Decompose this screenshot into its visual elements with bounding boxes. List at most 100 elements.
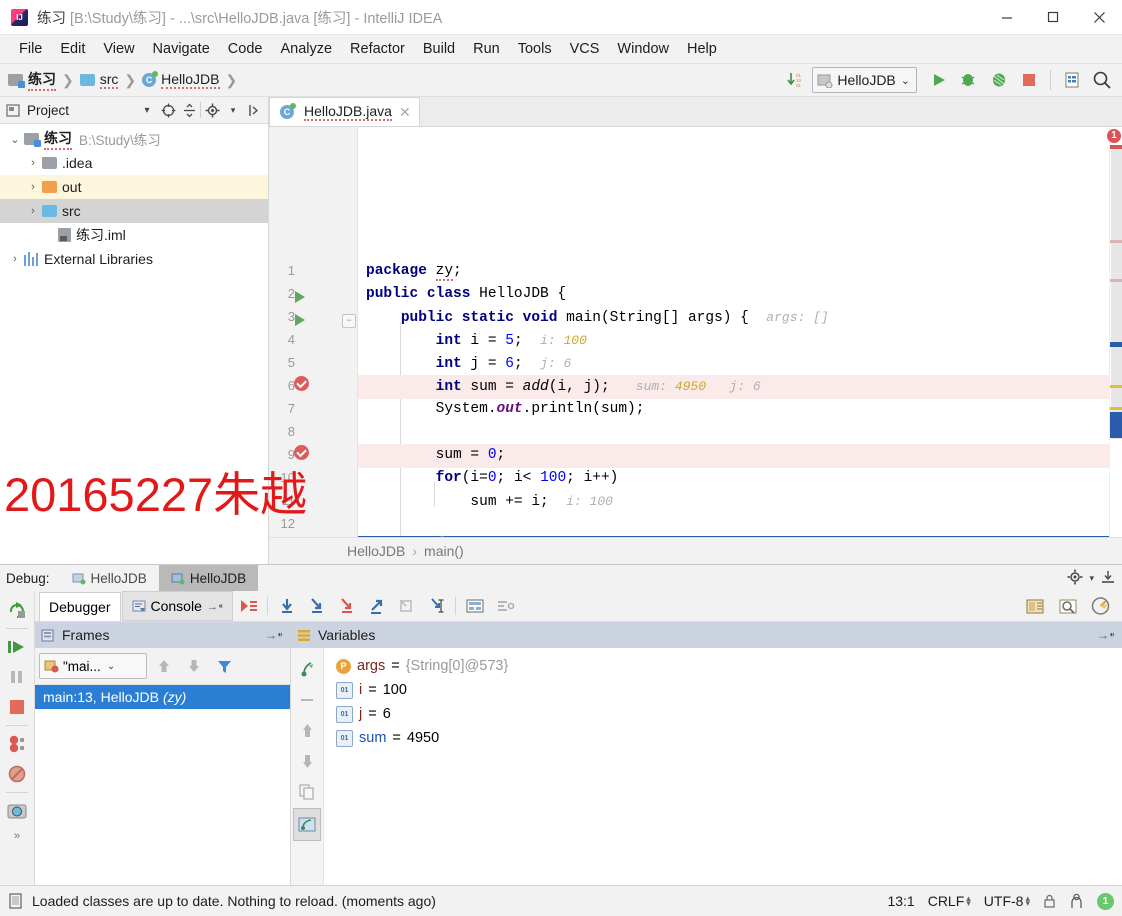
menu-run[interactable]: Run (464, 39, 509, 59)
editor-marker-bar[interactable]: 1 (1107, 127, 1122, 537)
code-line-4[interactable]: int i = 5; i: 100 (358, 329, 1109, 353)
evaluate-expression-icon[interactable] (460, 592, 489, 620)
chevron-down-icon[interactable]: ▾ (137, 99, 157, 121)
menu-refactor[interactable]: Refactor (341, 39, 414, 59)
show-execution-point-icon[interactable] (234, 592, 263, 620)
chevron-right-icon[interactable]: › (24, 181, 42, 193)
code-line-11[interactable]: sum += i; i: 100 (358, 490, 1109, 514)
profiler-icon[interactable] (1086, 592, 1115, 620)
tab-debugger[interactable]: Debugger (39, 591, 121, 621)
run-configuration-selector[interactable]: HelloJDB ⌄ (812, 67, 917, 93)
editor-breadcrumb-class[interactable]: HelloJDB (347, 543, 405, 559)
filter-icon[interactable] (211, 655, 237, 677)
force-step-into-icon[interactable] (332, 592, 361, 620)
coverage-icon[interactable] (985, 67, 1013, 93)
chevron-down-icon-2[interactable]: ▾ (223, 99, 243, 121)
stop-icon[interactable] (1015, 67, 1043, 93)
fold-gutter[interactable]: − − − (339, 127, 358, 537)
pin-icon[interactable]: →⁌ (207, 600, 224, 613)
move-up-icon[interactable] (294, 715, 320, 746)
breakpoint-icon[interactable] (294, 376, 309, 391)
frame-down-icon[interactable] (181, 655, 207, 677)
debug-session-tab-1[interactable]: HelloJDB (60, 565, 159, 591)
restore-layout-icon[interactable] (1020, 592, 1049, 620)
tree-item-src[interactable]: › src (0, 199, 268, 223)
chevron-down-icon[interactable]: ⌄ (6, 133, 24, 146)
code-line-5[interactable]: int j = 6; j: 6 (358, 352, 1109, 376)
chevron-right-icon[interactable]: › (6, 253, 24, 265)
code-line-12[interactable] (358, 513, 1109, 537)
line-separator[interactable]: CRLF ▴ ▾ (928, 893, 971, 909)
marker-exec[interactable] (1110, 342, 1122, 347)
update-project-icon[interactable]: 01 10 01 (782, 67, 810, 93)
minimize-icon[interactable] (984, 0, 1030, 34)
code-editor[interactable]: 1 2 3 4 5 6 7 8 9 10 11 12 13 14 15 16 1 (269, 127, 1122, 537)
code-line-13[interactable]: System.out.println(sum); sum: 4950 (358, 536, 1109, 537)
run-method-gutter-icon[interactable] (295, 314, 305, 326)
step-over-icon[interactable] (272, 592, 301, 620)
menu-help[interactable]: Help (678, 39, 726, 59)
settings-layout-icon[interactable] (490, 592, 519, 620)
gear-icon[interactable] (1067, 569, 1083, 588)
tree-item-idea[interactable]: › .idea (0, 151, 268, 175)
editor-scrollbar[interactable] (1111, 149, 1122, 439)
run-icon[interactable] (925, 67, 953, 93)
screenshot-icon[interactable] (3, 796, 31, 826)
copy-icon[interactable] (294, 777, 320, 808)
scroll-from-source-icon[interactable] (158, 99, 178, 121)
remove-watch-icon[interactable] (294, 684, 320, 715)
move-down-icon[interactable] (294, 746, 320, 777)
debug-icon[interactable] (955, 67, 983, 93)
notification-count-badge[interactable]: 1 (1097, 892, 1114, 910)
code-line-7[interactable]: System.out.println(sum); (358, 398, 1109, 422)
marker-warning[interactable] (1110, 279, 1122, 282)
step-out-icon[interactable] (362, 592, 391, 620)
tree-item-external-libraries[interactable]: › External Libraries (0, 247, 268, 271)
fold-minus-icon[interactable]: − (342, 314, 356, 328)
view-breakpoints-icon[interactable] (3, 729, 31, 759)
menu-window[interactable]: Window (608, 39, 678, 59)
tree-item-iml[interactable]: 练习.iml (0, 223, 268, 247)
breadcrumb-item-src[interactable]: src (99, 71, 119, 89)
code-line-3[interactable]: public static void main(String[] args) {… (358, 306, 1109, 330)
add-watch-icon[interactable] (294, 653, 320, 684)
menu-analyze[interactable]: Analyze (271, 39, 341, 59)
frame-list-item[interactable]: main:13, HelloJDB (zy) (35, 685, 290, 709)
pin-icon[interactable]: →⁌ (1097, 628, 1122, 642)
menu-navigate[interactable]: Navigate (144, 39, 219, 59)
marker-error[interactable] (1110, 145, 1122, 149)
variables-list[interactable]: P args = {String[0]@573} 01 i = 100 01 j… (324, 648, 1122, 885)
menu-tools[interactable]: Tools (509, 39, 561, 59)
breadcrumb-item-class[interactable]: HelloJDB (161, 71, 220, 89)
caret-position[interactable]: 13:1 (887, 893, 914, 909)
editor-tab-hellojdb[interactable]: C HelloJDB.java ✕ (269, 97, 420, 126)
database-icon[interactable] (1058, 67, 1086, 93)
menu-view[interactable]: View (94, 39, 143, 59)
variable-row-i[interactable]: 01 i = 100 (336, 678, 1122, 702)
inspect-watches-icon[interactable] (293, 808, 321, 841)
variable-row-args[interactable]: P args = {String[0]@573} (336, 654, 1122, 678)
code-content[interactable]: package zy; public class HelloJDB { publ… (358, 127, 1109, 537)
menu-edit[interactable]: Edit (51, 39, 94, 59)
intention-bulb-icon[interactable] (434, 535, 450, 537)
run-class-gutter-icon[interactable] (295, 291, 305, 303)
hide-panel-icon[interactable] (1100, 569, 1116, 588)
code-line-9[interactable]: sum = 0; (358, 444, 1109, 468)
collapse-all-icon[interactable] (179, 99, 199, 121)
thread-selector[interactable]: "mai... ⌄ (39, 653, 147, 679)
frame-up-icon[interactable] (151, 655, 177, 677)
menu-file[interactable]: File (10, 39, 51, 59)
chevron-right-icon[interactable]: › (24, 157, 42, 169)
stop-icon[interactable] (3, 692, 31, 722)
marker-info[interactable] (1110, 407, 1122, 410)
pause-program-icon[interactable] (3, 662, 31, 692)
debug-session-tab-2[interactable]: HelloJDB (158, 565, 259, 591)
chevron-right-icon[interactable]: › (24, 205, 42, 217)
error-count-badge[interactable]: 1 (1107, 129, 1121, 143)
step-into-icon[interactable] (302, 592, 331, 620)
maximize-icon[interactable] (1030, 0, 1076, 34)
hide-panel-icon[interactable] (244, 99, 264, 121)
resume-program-icon[interactable] (3, 632, 31, 662)
code-line-8[interactable] (358, 421, 1109, 445)
more-options-icon[interactable]: » (6, 826, 28, 846)
